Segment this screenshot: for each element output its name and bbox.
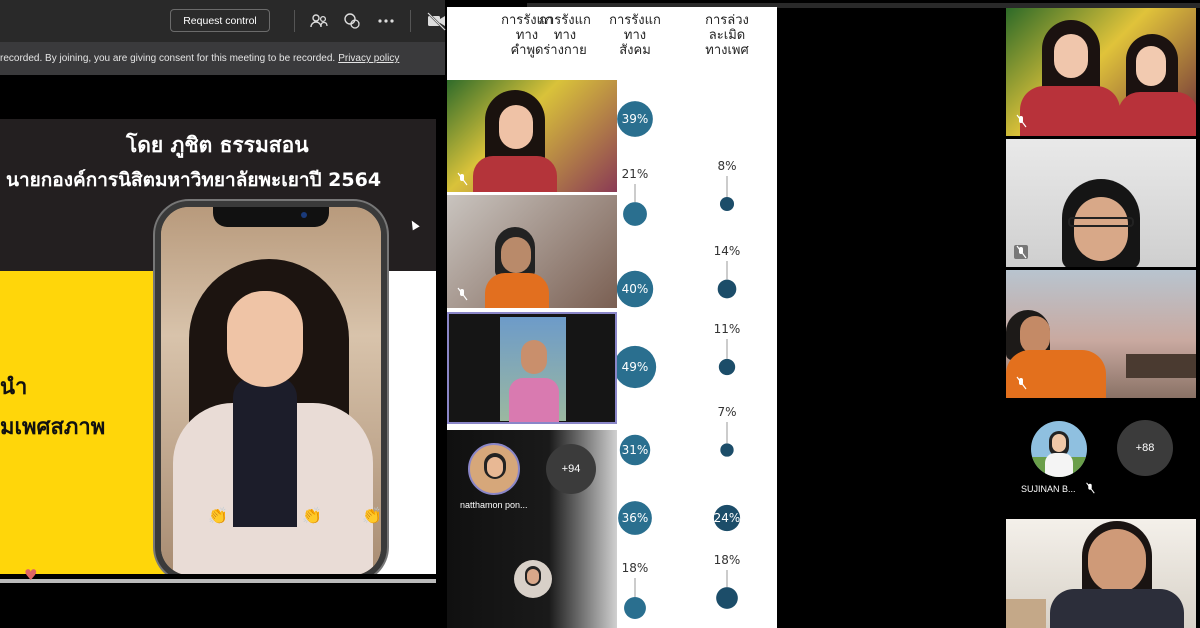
participant-name: natthamon pon... <box>460 500 528 510</box>
poll-value-label: 24% <box>714 511 741 525</box>
slide-yellow-text-2: มเพศสภาพ <box>0 415 106 440</box>
poll-value-label: 36% <box>622 511 649 525</box>
participant-video-tile[interactable] <box>1006 270 1196 398</box>
header-social: การรังแก ทาง สังคม <box>609 13 661 58</box>
participant-name: SUJINAN B... <box>1021 484 1076 494</box>
people-icon[interactable] <box>308 10 330 32</box>
poll-value-label: 40% <box>622 282 649 296</box>
poll-value-label: 49% <box>622 360 649 374</box>
participant-video-tile[interactable] <box>447 80 617 192</box>
slide-subtitle: นายกองค์การนิสิตมหาวิทยาลัยพะเยาปี 2564 <box>6 169 382 191</box>
poll-bubble <box>718 358 736 376</box>
recording-consent-banner: recorded. By joining, you are giving con… <box>0 42 445 75</box>
participant-video-tile[interactable] <box>447 195 617 308</box>
slide-bottom-bar <box>0 579 436 583</box>
clap-reaction-icon: 👏 <box>302 506 322 525</box>
more-participants-button[interactable]: +88 <box>1117 420 1173 476</box>
poll-value-label: 11% <box>714 322 741 336</box>
slide-title: โดย ภูชิต ธรรมสอน <box>126 133 309 157</box>
toolbar-divider <box>294 10 295 32</box>
participant-video-tile[interactable] <box>1006 139 1196 267</box>
more-icon[interactable] <box>375 10 397 32</box>
participant-video-tile-active[interactable] <box>447 312 617 424</box>
heart-reaction-icon: ♥ <box>24 566 38 584</box>
more-participants-button[interactable]: +94 <box>546 444 596 494</box>
mic-muted-icon <box>1016 376 1027 390</box>
clap-reaction-icon: 👏 <box>362 506 382 525</box>
poll-bubble <box>720 443 734 457</box>
slide-yellow-text-1: นำ <box>0 375 28 400</box>
shared-screen: โดย ภูชิต ธรรมสอน นายกองค์การนิสิตมหาวิท… <box>0 119 436 574</box>
toolbar-divider <box>410 10 411 32</box>
meeting-toolbar: Request control <box>0 0 448 42</box>
poll-value-label: 31% <box>622 443 649 457</box>
mic-muted-icon <box>1014 245 1028 259</box>
mic-muted-icon <box>457 287 468 301</box>
clap-reaction-icon: 👏 <box>208 506 228 525</box>
participant-video-tile[interactable] <box>1006 519 1196 628</box>
poll-value-label: 18% <box>714 553 741 567</box>
request-control-button[interactable]: Request control <box>170 9 270 32</box>
camera-off-icon[interactable] <box>426 10 448 32</box>
poll-value-label: 18% <box>622 561 649 575</box>
mic-muted-icon <box>1086 482 1095 494</box>
mic-muted-icon <box>1016 114 1027 128</box>
header-sexual: การล่วง ละเมิด ทางเพศ <box>705 13 749 58</box>
participant-avatar[interactable] <box>514 560 552 598</box>
poll-value-label: 39% <box>622 112 649 126</box>
poll-bubble <box>716 587 738 609</box>
mic-muted-icon <box>457 172 468 186</box>
poll-value-label: 8% <box>717 159 736 173</box>
phone-photo <box>155 201 387 574</box>
poll-bubble <box>717 279 737 299</box>
participant-avatar[interactable] <box>1031 421 1087 477</box>
poll-bubble <box>623 202 647 226</box>
poll-value-label: 7% <box>717 405 736 419</box>
consent-text: recorded. By joining, you are giving con… <box>0 53 336 64</box>
participant-avatar[interactable] <box>468 443 520 495</box>
header-physical: การรังแก ทาง ร่างกาย <box>539 13 591 58</box>
reactions-icon[interactable] <box>341 10 363 32</box>
poll-bubble <box>624 597 646 619</box>
poll-value-label: 21% <box>622 167 649 181</box>
privacy-policy-link[interactable]: Privacy policy <box>338 53 399 64</box>
participant-video-tile[interactable] <box>1006 8 1196 136</box>
poll-bubble <box>719 196 735 212</box>
poll-value-label: 14% <box>714 244 741 258</box>
